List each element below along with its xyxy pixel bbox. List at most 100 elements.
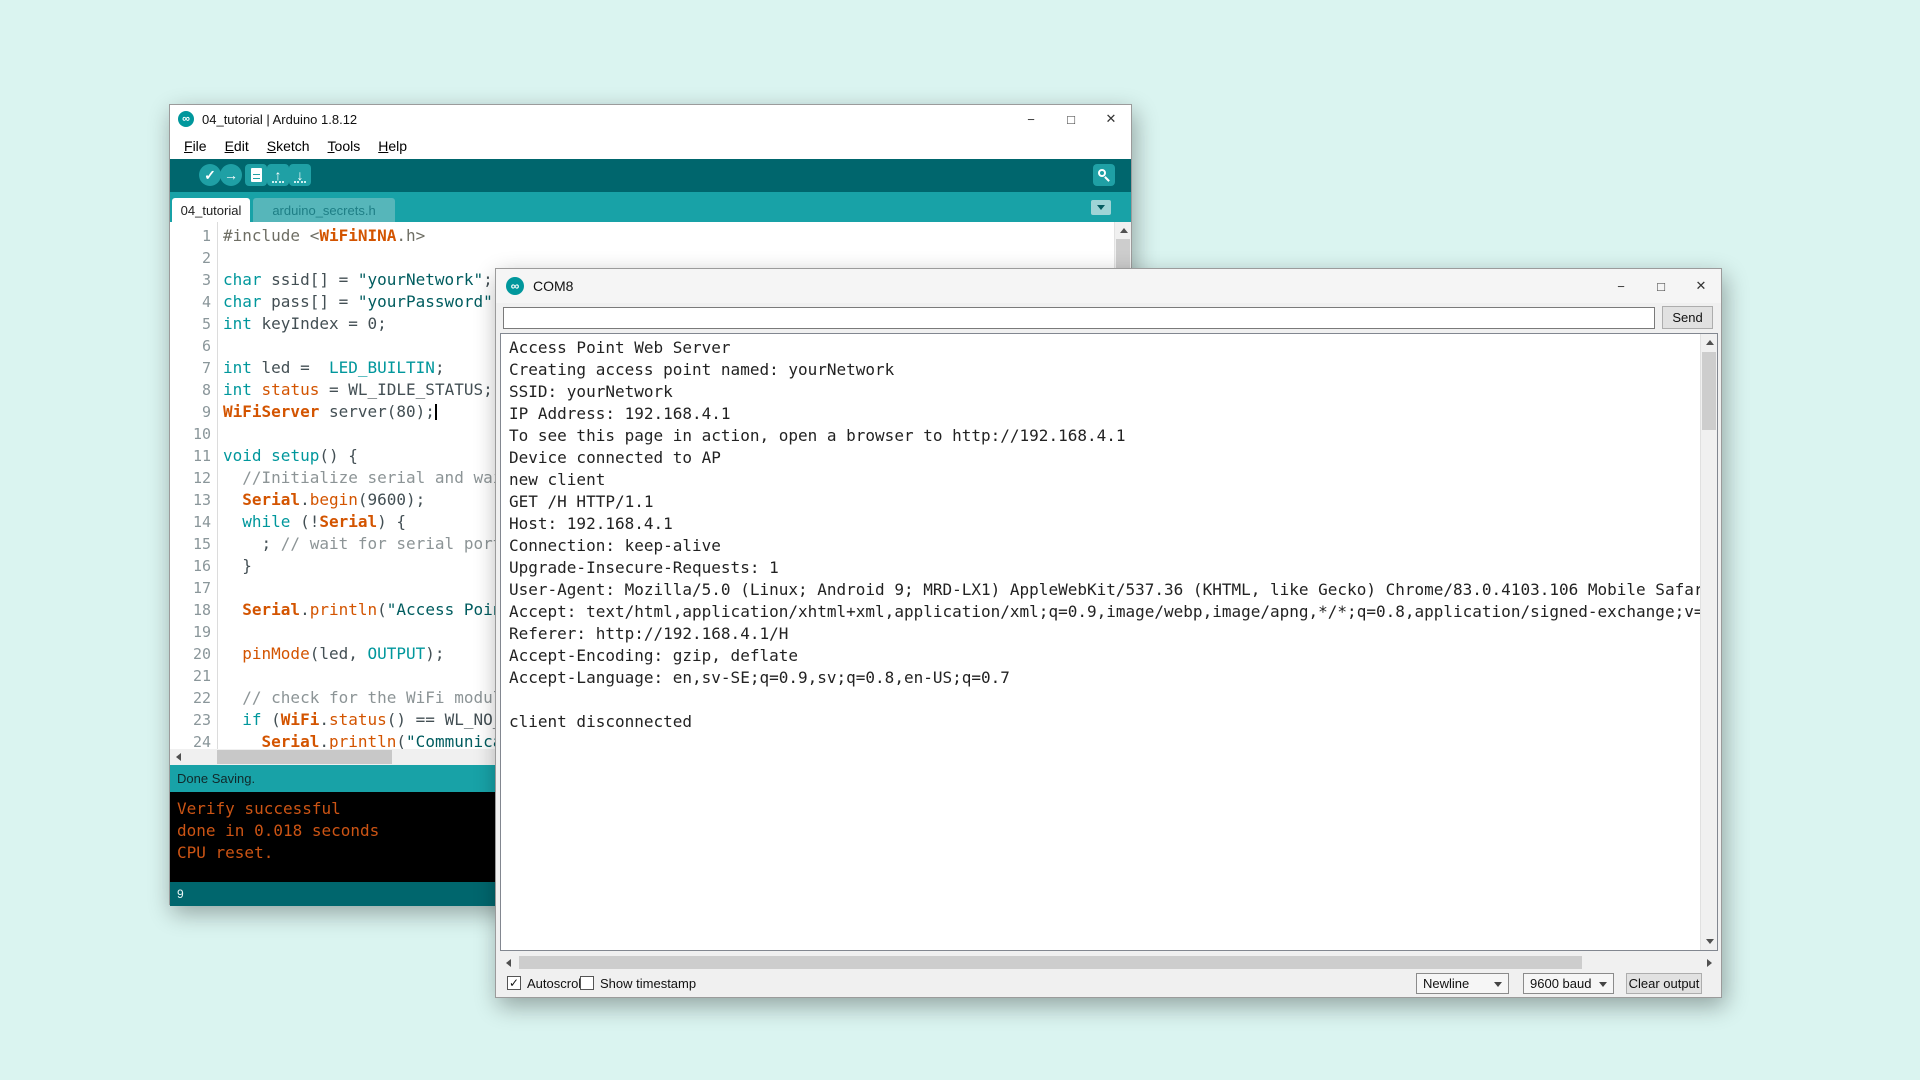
code-text: int keyIndex = 0; (223, 313, 387, 335)
tab-list-dropdown-button[interactable] (1091, 200, 1111, 215)
scroll-down-arrow-icon[interactable] (1701, 933, 1718, 950)
serial-output-line: Accept-Encoding: gzip, deflate (509, 645, 1697, 667)
code-text: WiFiServer server(80); (223, 401, 437, 423)
line-number: 11 (170, 445, 211, 467)
code-text: char ssid[] = "yourNetwork"; (223, 269, 493, 291)
baud-rate-select[interactable]: 9600 baud (1523, 973, 1614, 994)
send-row: Send (496, 303, 1721, 333)
open-icon: ↑ (275, 168, 282, 182)
line-number: 14 (170, 511, 211, 533)
maximize-icon[interactable]: □ (1051, 105, 1091, 133)
arduino-window-controls: − □ ✕ (1011, 105, 1131, 133)
arduino-logo-icon: ∞ (178, 111, 194, 127)
scroll-up-arrow-icon[interactable] (1701, 334, 1718, 351)
menu-bar: FileEditSketchToolsHelp (170, 133, 1131, 159)
line-number: 5 (170, 313, 211, 335)
toolbar: ✓ → ↑ ↓ (170, 159, 1131, 192)
line-ending-value: Newline (1423, 976, 1469, 991)
menu-sketch[interactable]: Sketch (258, 136, 319, 156)
serial-output-line: Connection: keep-alive (509, 535, 1697, 557)
line-number: 13 (170, 489, 211, 511)
scrollbar-thumb[interactable] (1702, 352, 1716, 430)
menu-edit[interactable]: Edit (216, 136, 258, 156)
code-text: while (!Serial) { (223, 511, 406, 533)
code-text: int led = LED_BUILTIN; (223, 357, 445, 379)
maximize-icon[interactable]: □ (1641, 269, 1681, 303)
line-number: 10 (170, 423, 211, 445)
text-caret (435, 404, 437, 420)
line-number: 4 (170, 291, 211, 313)
line-number: 9 (170, 401, 211, 423)
tab-arduino-secrets[interactable]: arduino_secrets.h (253, 198, 395, 222)
code-text: void setup() { (223, 445, 358, 467)
upload-icon: → (224, 168, 238, 182)
serial-output-lines: Access Point Web ServerCreating access p… (509, 337, 1697, 733)
new-sketch-button[interactable] (245, 164, 267, 186)
clear-output-button[interactable]: Clear output (1626, 973, 1702, 994)
upload-button[interactable]: → (220, 164, 242, 186)
line-number: 20 (170, 643, 211, 665)
arduino-logo-icon: ∞ (506, 277, 524, 295)
desktop: ∞ 04_tutorial | Arduino 1.8.12 − □ ✕ Fil… (0, 0, 1920, 1080)
line-number: 18 (170, 599, 211, 621)
serial-send-input[interactable] (503, 307, 1655, 329)
verify-icon: ✓ (204, 168, 216, 182)
serial-output-line: IP Address: 192.168.4.1 (509, 403, 1697, 425)
close-icon[interactable]: ✕ (1091, 105, 1131, 133)
serial-output-line: To see this page in action, open a brows… (509, 425, 1697, 447)
save-button[interactable]: ↓ (289, 164, 311, 186)
serial-output-line: Host: 192.168.4.1 (509, 513, 1697, 535)
serial-output-line: SSID: yourNetwork (509, 381, 1697, 403)
scrollbar-thumb[interactable] (217, 750, 392, 764)
line-ending-select[interactable]: Newline (1416, 973, 1509, 994)
scroll-left-arrow-icon[interactable] (170, 749, 187, 765)
serial-output-line: Accept: text/html,application/xhtml+xml,… (509, 601, 1697, 623)
scrollbar-thumb[interactable] (519, 956, 1582, 970)
menu-file[interactable]: File (175, 136, 216, 156)
line-number: 21 (170, 665, 211, 687)
status-message: Done Saving. (177, 771, 255, 786)
save-icon: ↓ (297, 168, 304, 182)
line-number: 17 (170, 577, 211, 599)
arduino-titlebar[interactable]: ∞ 04_tutorial | Arduino 1.8.12 − □ ✕ (170, 105, 1131, 133)
serial-output-line: User-Agent: Mozilla/5.0 (Linux; Android … (509, 579, 1697, 601)
serial-output-line (509, 689, 1697, 711)
minimize-icon[interactable]: − (1601, 269, 1641, 303)
open-button[interactable]: ↑ (267, 164, 289, 186)
code-text: } (223, 555, 252, 577)
cursor-line-indicator: 9 (177, 887, 184, 901)
scroll-up-arrow-icon[interactable] (1115, 222, 1131, 239)
code-text: int status = WL_IDLE_STATUS; (223, 379, 493, 401)
line-number: 24 (170, 731, 211, 749)
line-number: 1 (170, 225, 211, 247)
line-number: 3 (170, 269, 211, 291)
autoscroll-checkbox[interactable] (507, 976, 521, 990)
show-timestamp-checkbox[interactable] (580, 976, 594, 990)
serial-output-area[interactable]: Access Point Web ServerCreating access p… (500, 333, 1718, 951)
serial-output-line: Access Point Web Server (509, 337, 1697, 359)
code-text: #include <WiFiNINA.h> (223, 225, 425, 247)
tab-bar: 04_tutorial arduino_secrets.h (170, 192, 1131, 222)
menu-tools[interactable]: Tools (319, 136, 370, 156)
verify-button[interactable]: ✓ (199, 164, 221, 186)
serial-output-line: Upgrade-Insecure-Requests: 1 (509, 557, 1697, 579)
line-number: 23 (170, 709, 211, 731)
tab-04-tutorial[interactable]: 04_tutorial (172, 198, 250, 222)
minimize-icon[interactable]: − (1011, 105, 1051, 133)
serial-titlebar[interactable]: ∞ COM8 − □ ✕ (496, 269, 1721, 303)
line-number: 15 (170, 533, 211, 555)
serial-output-line: Device connected to AP (509, 447, 1697, 469)
line-number: 8 (170, 379, 211, 401)
serial-window-controls: − □ ✕ (1601, 269, 1721, 303)
output-vertical-scrollbar[interactable] (1700, 334, 1717, 950)
serial-monitor-button[interactable] (1093, 164, 1115, 186)
code-text: char pass[] = "yourPassword"; (223, 291, 502, 313)
line-number: 7 (170, 357, 211, 379)
magnifier-icon (1098, 169, 1110, 181)
close-icon[interactable]: ✕ (1681, 269, 1721, 303)
tray-icon (294, 181, 306, 183)
send-button[interactable]: Send (1662, 306, 1713, 329)
menu-help[interactable]: Help (369, 136, 416, 156)
tab-label: arduino_secrets.h (272, 203, 375, 218)
line-number: 6 (170, 335, 211, 357)
